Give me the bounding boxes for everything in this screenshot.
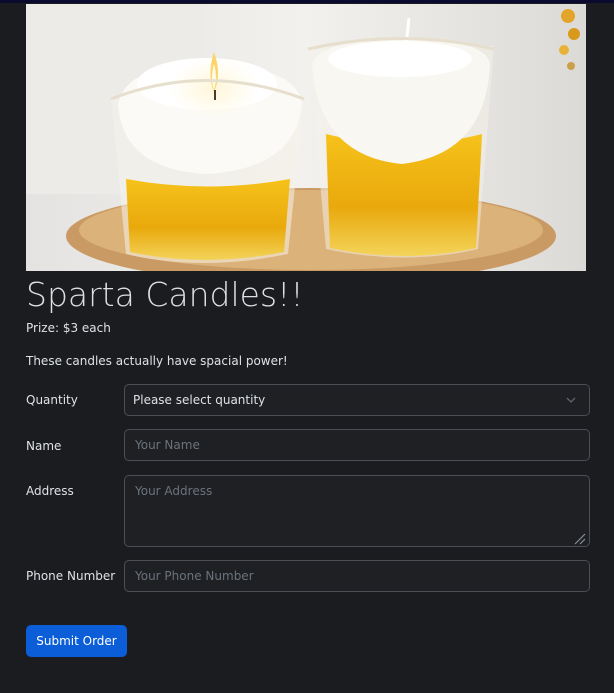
product-image xyxy=(26,4,586,271)
product-title: Sparta Candles!! xyxy=(26,275,304,314)
product-description: These candles actually have spacial powe… xyxy=(26,354,288,368)
product-price: Prize: $3 each xyxy=(26,321,111,335)
quantity-select-value: Please select quantity xyxy=(133,393,266,407)
chevron-down-icon xyxy=(565,394,577,409)
name-input[interactable] xyxy=(124,429,590,461)
phone-label: Phone Number xyxy=(26,569,116,583)
phone-input[interactable] xyxy=(124,560,590,592)
address-label: Address xyxy=(26,484,74,498)
quantity-label: Quantity xyxy=(26,393,78,407)
top-bar xyxy=(0,0,614,3)
address-textarea[interactable] xyxy=(124,475,590,547)
quantity-select[interactable]: Please select quantity xyxy=(124,384,590,416)
resize-grip-icon[interactable] xyxy=(572,530,586,549)
submit-order-button[interactable]: Submit Order xyxy=(26,625,127,657)
name-label: Name xyxy=(26,439,62,453)
